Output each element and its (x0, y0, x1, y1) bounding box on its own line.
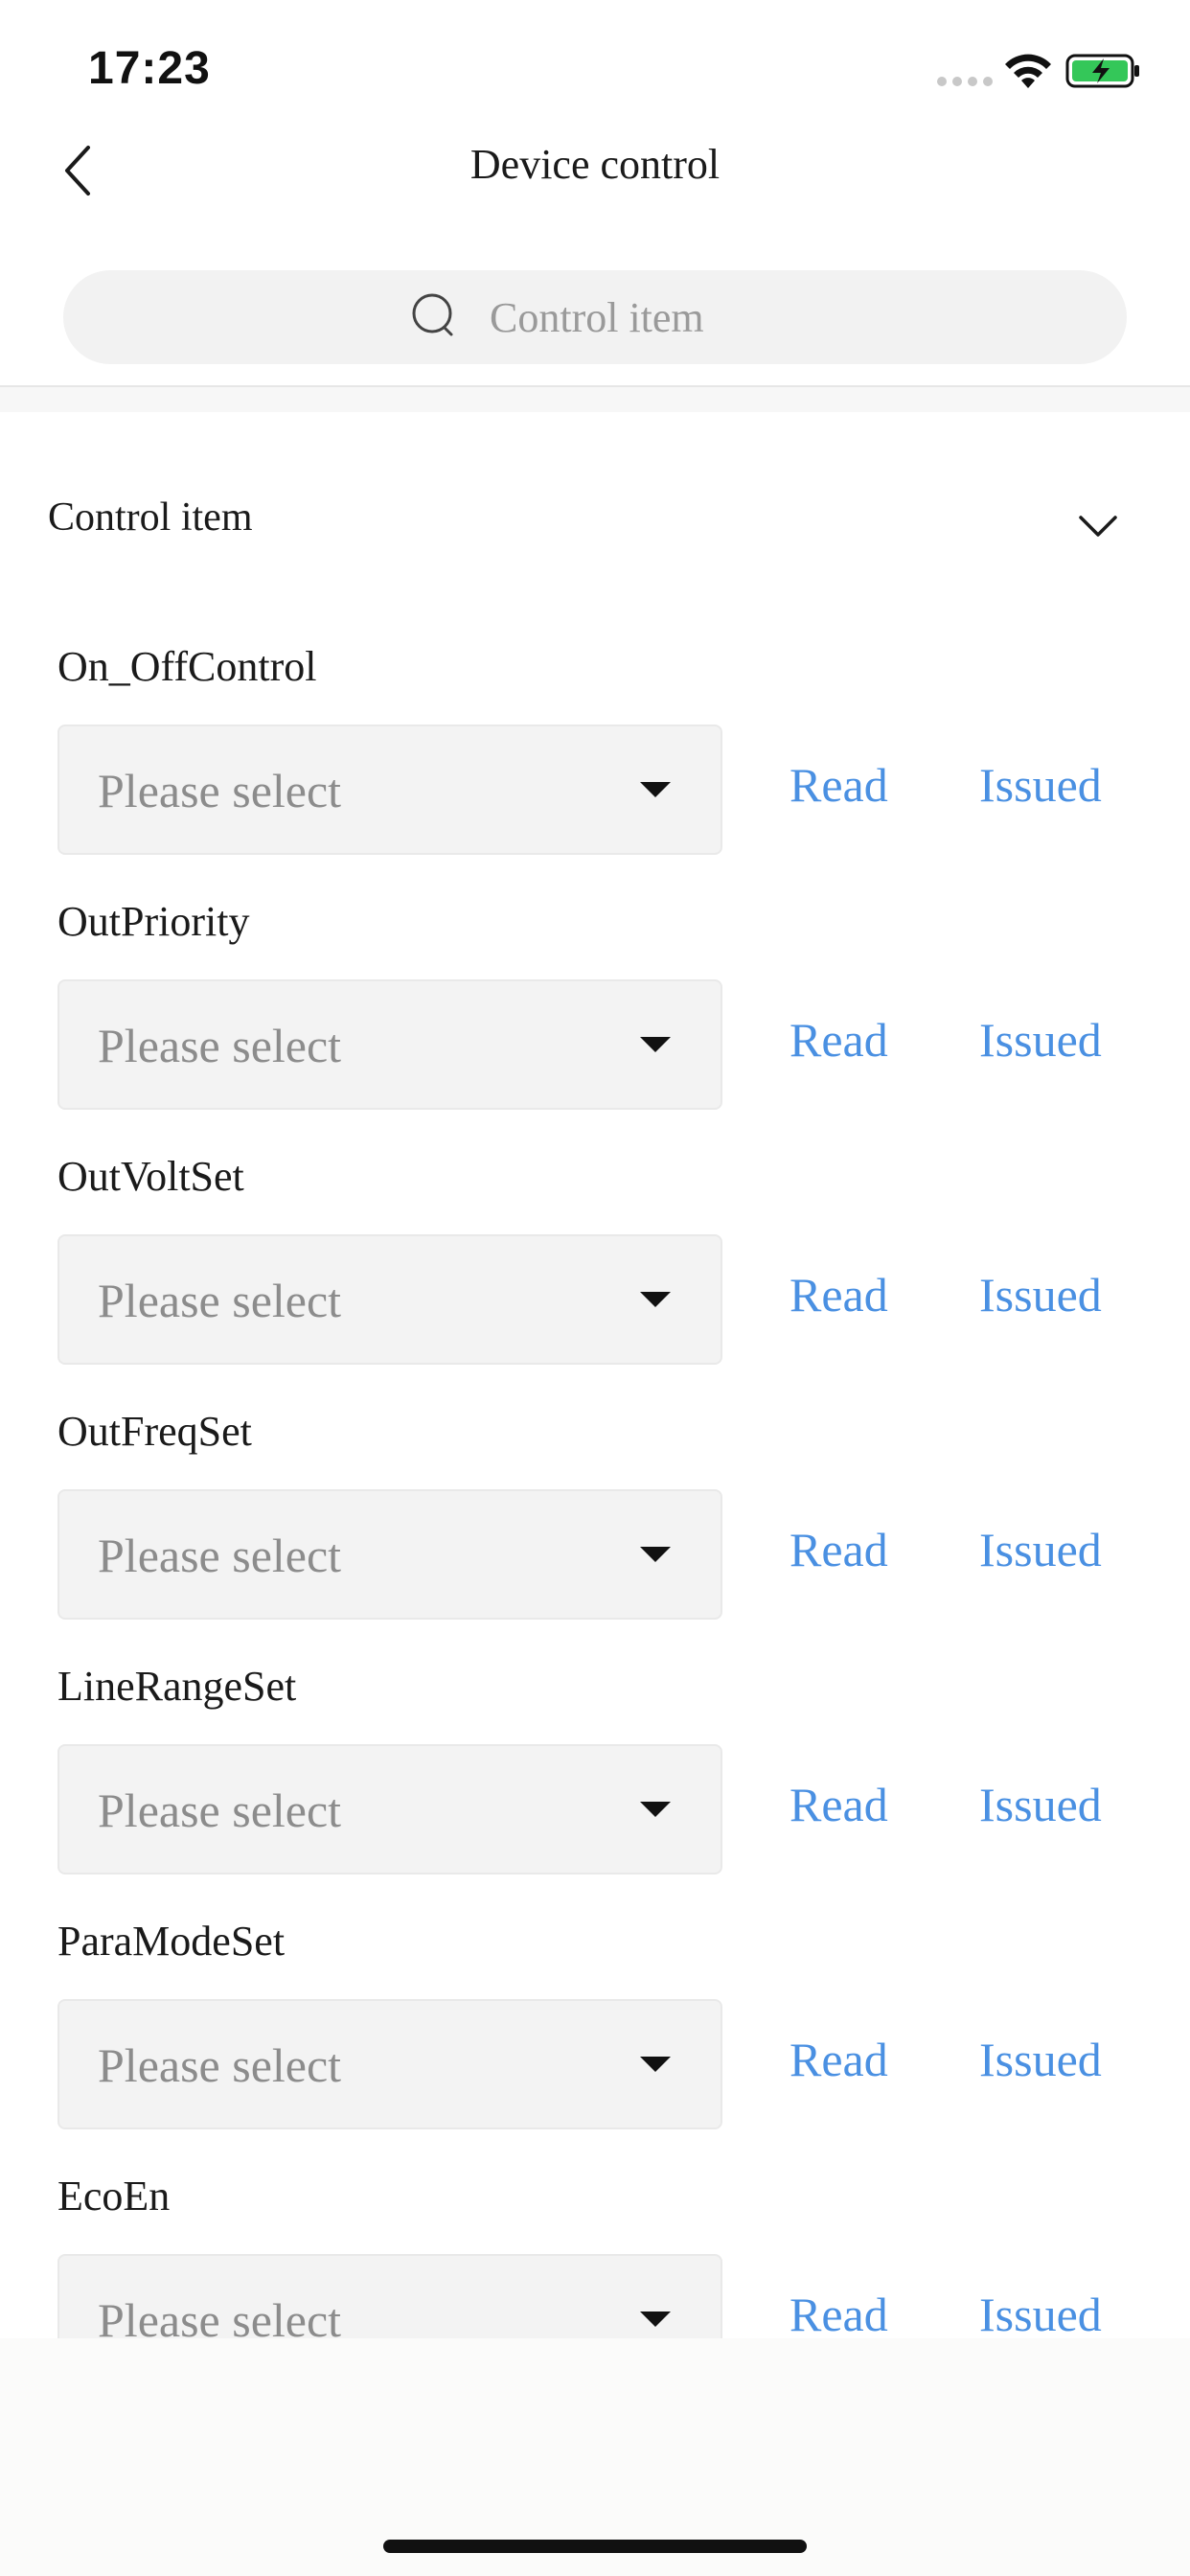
issued-button[interactable]: Issued (979, 1267, 1102, 1322)
control-select[interactable]: Please select (57, 979, 722, 1110)
battery-charging-icon (1065, 54, 1139, 88)
control-row-on-off-control: On_OffControl Please select Read Issued (0, 632, 1190, 887)
control-row-eco-en: EcoEn Please select Read Issued (0, 2162, 1190, 2338)
control-row-out-freq-set: OutFreqSet Please select Read Issued (0, 1397, 1190, 1652)
bottom-safe-area (0, 2338, 1190, 2576)
page-title: Device control (469, 141, 721, 188)
select-placeholder: Please select (98, 1783, 342, 1837)
read-button[interactable]: Read (790, 2287, 888, 2338)
read-button[interactable]: Read (790, 1267, 888, 1322)
chevron-down-icon (1079, 516, 1117, 537)
issued-button[interactable]: Issued (979, 1777, 1102, 1832)
control-row-out-volt-set: OutVoltSet Please select Read Issued (0, 1142, 1190, 1397)
caret-down-icon (640, 782, 671, 797)
control-select[interactable]: Please select (57, 2254, 722, 2338)
control-row-out-priority: OutPriority Please select Read Issued (0, 887, 1190, 1142)
select-placeholder: Please select (98, 764, 342, 817)
control-item-dropdown-header[interactable]: Control item (0, 479, 1190, 565)
control-row-para-mode-set: ParaModeSet Please select Read Issued (0, 1907, 1190, 2162)
search-icon (412, 293, 453, 336)
read-button[interactable]: Read (790, 757, 888, 813)
control-label: LineRangeSet (57, 1663, 297, 1710)
caret-down-icon (640, 1037, 671, 1052)
issued-button[interactable]: Issued (979, 2032, 1102, 2087)
control-row-line-range-set: LineRangeSet Please select Read Issued (0, 1652, 1190, 1907)
read-button[interactable]: Read (790, 1012, 888, 1068)
control-select[interactable]: Please select (57, 1999, 722, 2129)
select-placeholder: Please select (98, 2038, 342, 2092)
section-separator (0, 387, 1190, 412)
issued-button[interactable]: Issued (979, 2287, 1102, 2338)
navigation-bar: Device control (0, 125, 1190, 217)
control-label: OutFreqSet (57, 1408, 252, 1455)
cellular-signal-icon (937, 77, 993, 86)
section-title: Control item (48, 495, 253, 540)
caret-down-icon (640, 2312, 671, 2327)
control-list: On_OffControl Please select Read Issued … (0, 632, 1190, 2338)
home-indicator[interactable] (383, 2540, 807, 2553)
caret-down-icon (640, 1547, 671, 1562)
status-bar: 17:23 (0, 0, 1190, 134)
control-select[interactable]: Please select (57, 724, 722, 855)
issued-button[interactable]: Issued (979, 1522, 1102, 1577)
issued-button[interactable]: Issued (979, 1012, 1102, 1068)
status-time: 17:23 (88, 43, 211, 94)
control-label: EcoEn (57, 2173, 171, 2220)
search-bar[interactable] (63, 270, 1127, 364)
select-placeholder: Please select (98, 1274, 342, 1327)
read-button[interactable]: Read (790, 1777, 888, 1832)
read-button[interactable]: Read (790, 1522, 888, 1577)
control-select[interactable]: Please select (57, 1234, 722, 1365)
search-input[interactable] (488, 291, 779, 343)
select-placeholder: Please select (98, 2293, 342, 2338)
caret-down-icon (640, 1292, 671, 1307)
select-placeholder: Please select (98, 1529, 342, 1582)
control-select[interactable]: Please select (57, 1489, 722, 1620)
wifi-icon (1005, 54, 1051, 88)
control-label: OutPriority (57, 898, 250, 945)
control-select[interactable]: Please select (57, 1744, 722, 1874)
control-label: On_OffControl (57, 643, 317, 690)
issued-button[interactable]: Issued (979, 757, 1102, 813)
caret-down-icon (640, 1802, 671, 1817)
read-button[interactable]: Read (790, 2032, 888, 2087)
caret-down-icon (640, 2057, 671, 2072)
select-placeholder: Please select (98, 1019, 342, 1072)
control-label: OutVoltSet (57, 1153, 244, 1200)
control-label: ParaModeSet (57, 1918, 286, 1965)
